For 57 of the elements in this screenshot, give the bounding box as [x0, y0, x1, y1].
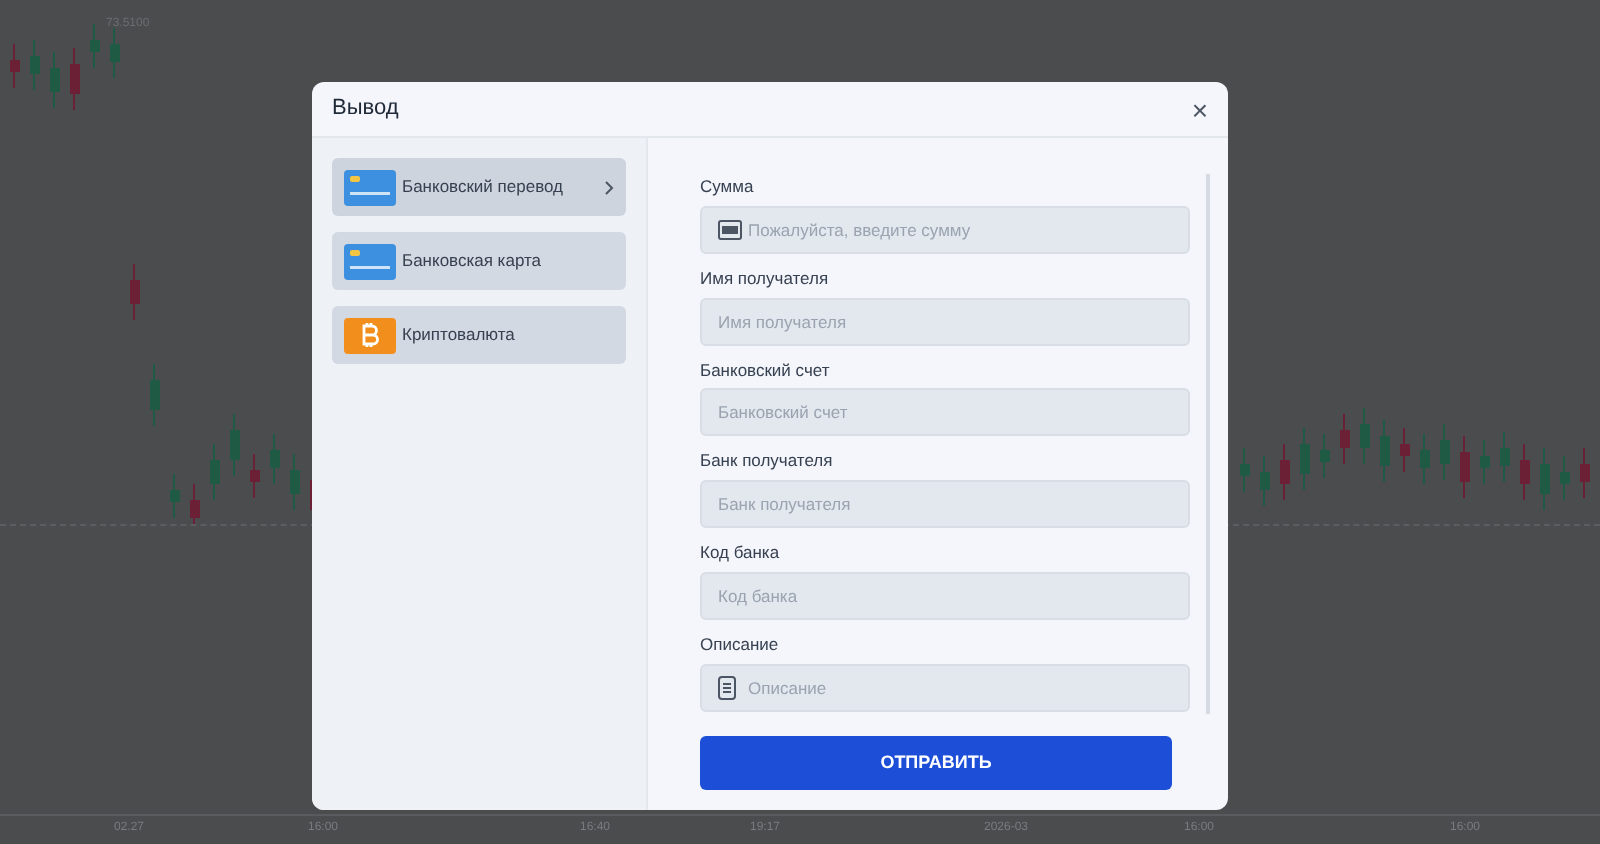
candle — [10, 43, 20, 89]
candle — [290, 453, 300, 511]
candle — [1340, 413, 1350, 465]
payment-method-item[interactable]: Банковская карта — [332, 232, 626, 290]
dialog-title: Вывод — [332, 94, 399, 125]
candle — [1440, 423, 1450, 481]
input-field[interactable]: Код банка — [700, 571, 1190, 620]
bitcoin-icon — [344, 317, 396, 353]
candle — [1420, 433, 1430, 485]
bank-card-icon — [344, 243, 396, 279]
candle — [1520, 443, 1530, 501]
candle — [230, 413, 240, 477]
candle — [170, 473, 180, 519]
input-field[interactable]: Пожалуйста, введите сумму — [700, 205, 1190, 254]
candle — [150, 363, 160, 427]
candle — [1540, 447, 1550, 511]
candle — [1580, 447, 1590, 499]
candle — [250, 453, 260, 499]
candle — [1260, 455, 1270, 507]
payment-method-item[interactable]: Банковский перевод — [332, 158, 626, 216]
candle — [1500, 431, 1510, 483]
candle — [1480, 439, 1490, 485]
field-label: Код банка — [700, 540, 782, 566]
candle — [270, 433, 280, 485]
input-field[interactable]: Банковский счет — [700, 388, 1190, 437]
input-field[interactable]: Описание — [700, 663, 1190, 711]
field-label: Банковский счет — [700, 357, 832, 383]
chevron-right-icon — [604, 179, 614, 195]
field-label: Сумма — [700, 174, 756, 200]
field-label: Имя получателя — [700, 265, 831, 291]
candle — [1320, 433, 1330, 479]
candle — [50, 51, 60, 109]
candle — [210, 443, 220, 501]
field-label: Банк получателя — [700, 448, 835, 474]
candle — [90, 23, 100, 69]
candle — [1400, 427, 1410, 473]
candle — [1240, 447, 1250, 493]
input-field[interactable]: Имя получателя — [700, 297, 1190, 345]
candle — [1280, 443, 1290, 501]
candle — [1360, 407, 1370, 465]
candle — [1560, 455, 1570, 501]
field-label: Описание — [700, 631, 781, 657]
bank-card-icon — [344, 169, 396, 205]
candle — [190, 483, 200, 524]
candle — [130, 263, 140, 321]
candle — [1460, 435, 1470, 499]
cash-icon — [718, 219, 742, 240]
candle — [30, 39, 40, 91]
candle — [1300, 427, 1310, 491]
candle — [1380, 419, 1390, 483]
submit-button[interactable]: ОТПРАВИТЬ — [700, 736, 1172, 790]
candle — [70, 47, 80, 111]
close-button[interactable]: × — [1191, 95, 1208, 123]
candle — [110, 27, 120, 79]
input-field[interactable]: Банк получателя — [700, 480, 1190, 528]
payment-method-item[interactable]: Криптовалюта — [332, 306, 626, 364]
document-icon — [718, 675, 736, 699]
